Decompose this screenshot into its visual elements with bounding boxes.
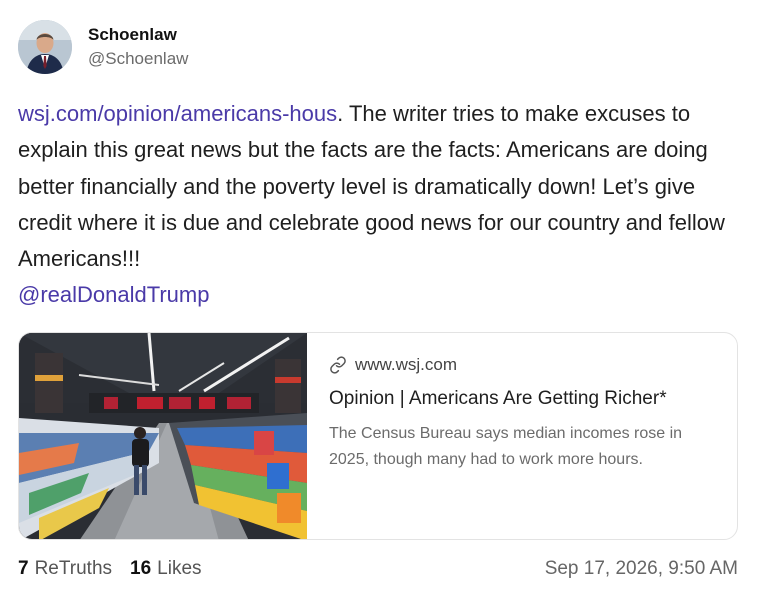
card-image[interactable] <box>19 333 307 539</box>
post-text: . The writer tries to make excuses to ex… <box>18 101 725 272</box>
retruths-label: ReTruths <box>34 558 113 579</box>
avatar[interactable] <box>18 20 72 74</box>
post-link[interactable]: wsj.com/opinion/americans-hous <box>18 101 337 126</box>
display-name[interactable]: Schoenlaw <box>88 24 188 46</box>
card-description: The Census Bureau says median incomes ro… <box>329 425 683 468</box>
link-preview-card[interactable]: www.wsj.com Opinion | Americans Are Gett… <box>18 332 738 540</box>
card-domain: www.wsj.com <box>355 355 458 374</box>
retruths-count: 7 <box>18 558 29 579</box>
mention-link[interactable]: @realDonaldTrump <box>18 277 209 313</box>
post-body: wsj.com/opinion/americans-hous. The writ… <box>18 96 738 314</box>
author-names: Schoenlaw @Schoenlaw <box>88 24 188 70</box>
card-title[interactable]: Opinion | Americans Are Getting Richer* <box>329 387 713 411</box>
link-icon <box>329 356 347 374</box>
likes-count: 16 <box>130 558 152 579</box>
likes-stat[interactable]: 16 Likes <box>130 558 202 580</box>
post: Schoenlaw @Schoenlaw wsj.com/opinion/ame… <box>0 0 760 600</box>
card-content: www.wsj.com Opinion | Americans Are Gett… <box>307 333 737 539</box>
likes-label: Likes <box>157 558 202 579</box>
post-header: Schoenlaw @Schoenlaw <box>18 18 188 76</box>
retruths-stat[interactable]: 7 ReTruths <box>18 558 112 580</box>
post-footer: 7 ReTruths 16 Likes Sep 17, 2026, 9:50 A… <box>18 556 738 582</box>
user-handle[interactable]: @Schoenlaw <box>88 48 188 70</box>
card-domain-row: www.wsj.com <box>329 353 713 377</box>
post-timestamp[interactable]: Sep 17, 2026, 9:50 AM <box>545 558 738 580</box>
